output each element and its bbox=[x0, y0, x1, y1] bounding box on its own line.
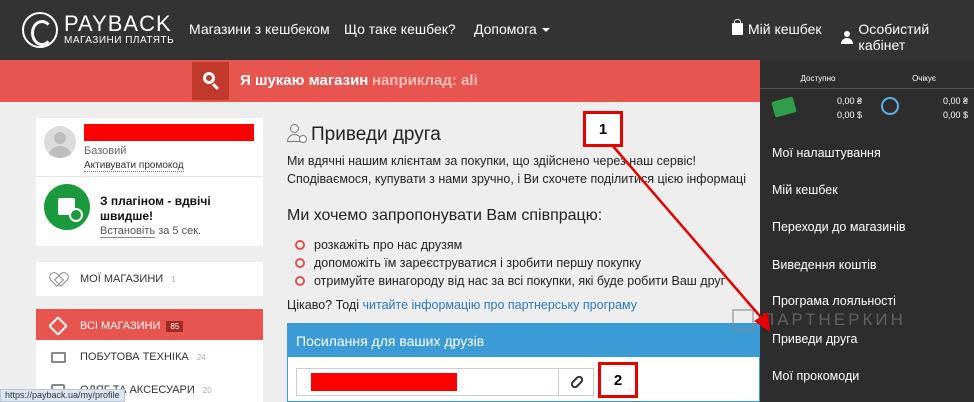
status-bar-url: https://payback.ua/my/profile bbox=[0, 389, 125, 402]
nav-personal-cabinet[interactable]: Особистий кабінет bbox=[841, 21, 974, 53]
top-navbar: PAYBACK МАГАЗИНИ ПЛАТЯТЬ Магазини з кешб… bbox=[0, 0, 974, 60]
partnerkin-watermark: ПАРТНЕРКИН bbox=[732, 309, 906, 331]
offer-list: розкажіть про нас друзям допоможіть їм з… bbox=[295, 236, 760, 290]
sidebar-item-appliances[interactable]: ПОБУТОВА ТЕХНІКА 24 bbox=[36, 340, 263, 375]
search-input[interactable]: наприклад: ali bbox=[372, 72, 478, 89]
count-badge: 85 bbox=[166, 320, 184, 332]
annotation-step-2: 2 bbox=[598, 362, 638, 398]
offer-title: Ми хочемо запропонувати Вам співпрацю: bbox=[287, 207, 603, 224]
sidebar-item-withdrawal[interactable]: Виведення коштів bbox=[772, 258, 877, 272]
profile-card: Базовий Активувати промокод З плагіном -… bbox=[36, 118, 263, 246]
sidebar-item-promocodes[interactable]: Мої прокомоди bbox=[772, 369, 859, 383]
payback-logo-icon bbox=[22, 12, 58, 48]
pending-uah: 0,00 ₴ bbox=[942, 96, 968, 106]
logo-tagline: МАГАЗИНИ ПЛАТЯТЬ bbox=[64, 35, 175, 46]
nav-my-cashback[interactable]: Мій кешбек bbox=[732, 19, 822, 37]
intro-text: Ми вдячні нашим клієнтам за покупки, що … bbox=[287, 154, 746, 186]
copy-link-button[interactable] bbox=[558, 368, 594, 396]
watermark-logo-icon bbox=[732, 309, 754, 331]
annotation-step-1: 1 bbox=[583, 111, 623, 147]
monitor-icon bbox=[50, 351, 66, 363]
bullet-ring-icon bbox=[295, 276, 305, 286]
list-item: отримуйте винагороду від нас за всі поку… bbox=[295, 272, 760, 290]
links-panel-title: Посилання для ваших друзів bbox=[288, 324, 759, 357]
redacted-username bbox=[84, 124, 254, 141]
partner-program-link[interactable]: читайте інформацію про партнерську прогр… bbox=[363, 298, 638, 312]
download-icon bbox=[69, 208, 83, 222]
sidebar-item-all-shops[interactable]: ВСІ МАГАЗИНИ 85 bbox=[36, 309, 263, 344]
user-icon bbox=[841, 30, 854, 44]
nav-help[interactable]: Допомога bbox=[474, 21, 550, 37]
pending-usd: 0,00 $ bbox=[942, 110, 968, 120]
redacted-referral-link bbox=[311, 373, 457, 391]
shopping-bag-icon bbox=[732, 19, 743, 35]
search-label: Я шукаю магазин bbox=[240, 72, 369, 89]
bullet-ring-icon bbox=[295, 258, 305, 268]
profile-level: Базовий bbox=[84, 145, 127, 157]
sidebar-item-shop-visits[interactable]: Переходи до магазинів bbox=[772, 220, 906, 234]
pending-label: Очікує bbox=[912, 74, 936, 83]
sidebar-item-settings[interactable]: Мої налаштування bbox=[772, 146, 881, 160]
sidebar-item-my-cashback[interactable]: Мій кешбек bbox=[772, 183, 838, 197]
referral-links-panel: Посилання для ваших друзів bbox=[287, 323, 760, 402]
heart-icon bbox=[51, 273, 65, 285]
list-item: допоможіть їм зареєструватися і зробити … bbox=[295, 254, 760, 272]
install-plugin-link[interactable]: Встановіть bbox=[100, 225, 156, 238]
partner-program-line: Цікаво? Тоді читайте інформацію про парт… bbox=[287, 298, 638, 312]
sidebar-item-invite-friend[interactable]: Приведи друга bbox=[772, 332, 857, 346]
sidebar-item-my-shops[interactable]: МОЇ МАГАЗИНИ 1 bbox=[36, 262, 263, 297]
logo-name: PAYBACK bbox=[64, 11, 172, 36]
payback-logo[interactable]: PAYBACK МАГАЗИНИ ПЛАТЯТЬ bbox=[22, 10, 174, 50]
plugin-install-text: Встановіть за 5 сек. bbox=[100, 225, 202, 238]
available-label: Доступно bbox=[800, 74, 836, 83]
link-icon bbox=[568, 374, 585, 390]
search-button[interactable] bbox=[192, 62, 229, 100]
available-usd: 0,00 $ bbox=[836, 110, 862, 120]
tag-icon bbox=[48, 316, 68, 336]
available-uah: 0,00 ₴ bbox=[836, 96, 862, 106]
plugin-download-icon[interactable] bbox=[44, 184, 90, 230]
stopwatch-icon bbox=[881, 97, 899, 115]
plugin-title: З плагіном - вдвічі швидше! bbox=[100, 194, 211, 223]
activate-promo-link[interactable]: Активувати промокод bbox=[84, 160, 184, 172]
avatar bbox=[44, 126, 76, 158]
nav-cashback-shops[interactable]: Магазини з кешбеком bbox=[189, 21, 330, 37]
chevron-down-icon bbox=[541, 28, 550, 33]
bullet-ring-icon bbox=[295, 240, 305, 250]
list-item: розкажіть про нас друзям bbox=[295, 236, 760, 254]
add-friend-icon bbox=[287, 124, 307, 144]
referral-link-field[interactable] bbox=[296, 368, 594, 396]
page-title: Приведи друга bbox=[311, 124, 441, 145]
nav-what-is-cashback[interactable]: Що таке кешбек? bbox=[344, 21, 456, 37]
sidebar-item-loyalty[interactable]: Програма лояльності bbox=[772, 294, 896, 308]
